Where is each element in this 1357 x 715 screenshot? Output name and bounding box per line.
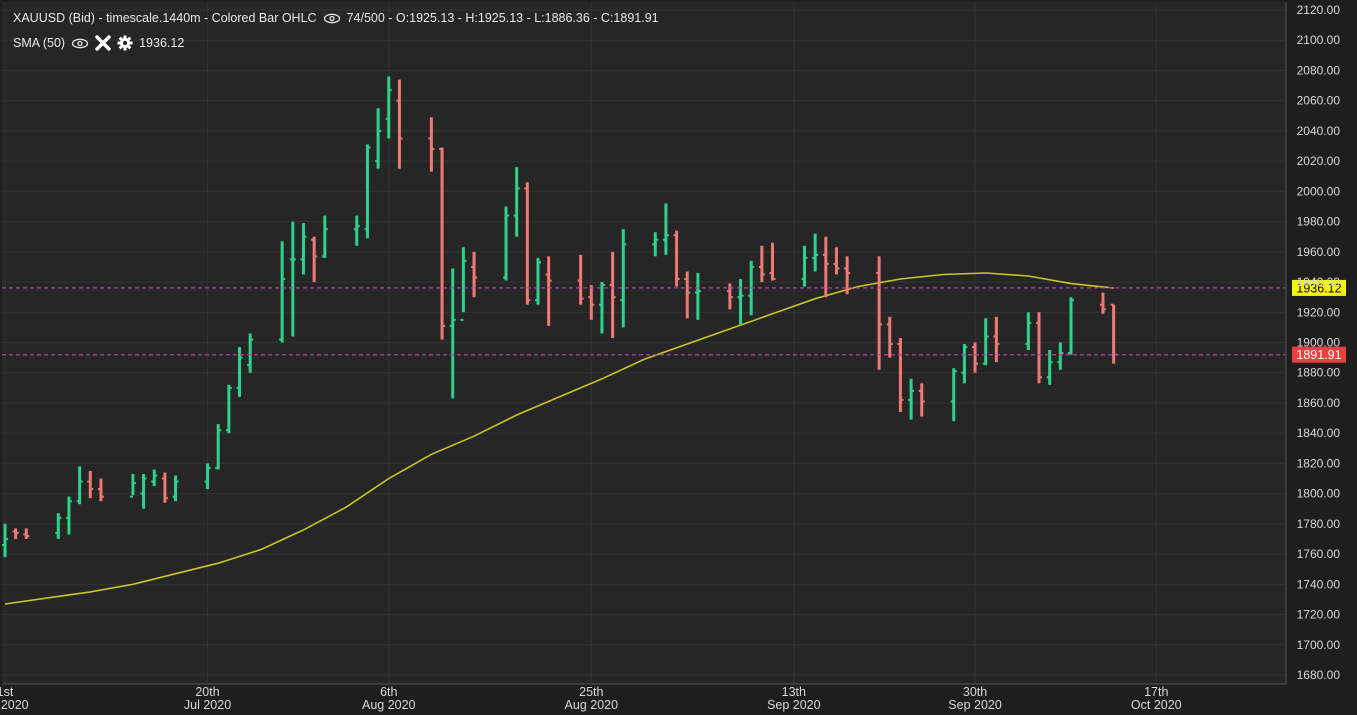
close-icon[interactable] bbox=[95, 35, 111, 51]
x-tick-label: Sep 2020 bbox=[948, 698, 1002, 712]
ohlc-chart[interactable]: 1936.12 1891.91 2120.00 2100.00 2080.00 2060… bbox=[0, 0, 1357, 715]
x-tick-label: 17th bbox=[1144, 685, 1168, 699]
y-tick-label: 1780.00 bbox=[1297, 517, 1341, 531]
x-tick-label: 1st bbox=[0, 685, 14, 699]
y-tick-label: 1860.00 bbox=[1297, 396, 1341, 410]
y-tick-label: 1840.00 bbox=[1297, 426, 1341, 440]
y-tick-label: 2040.00 bbox=[1297, 124, 1341, 138]
y-tick-label: 1980.00 bbox=[1297, 215, 1341, 229]
x-tick-label: 20th bbox=[195, 685, 219, 699]
x-tick-label: Oct 2020 bbox=[1131, 698, 1182, 712]
legend-title: XAUUSD (Bid) - timescale.1440m - Colored… bbox=[13, 11, 317, 25]
sma-value: 1936.12 bbox=[139, 36, 185, 50]
y-tick-label: 1720.00 bbox=[1297, 608, 1341, 622]
x-tick-label: Aug 2020 bbox=[362, 698, 416, 712]
y-tick-label: 1920.00 bbox=[1297, 305, 1341, 319]
y-tick-label: 2100.00 bbox=[1297, 33, 1341, 47]
x-tick-label: 13th bbox=[782, 685, 806, 699]
x-tick-label: 6th bbox=[380, 685, 397, 699]
sma-label: SMA (50) bbox=[13, 36, 66, 50]
chart-legend-sma: SMA (50) 1936.12 bbox=[13, 35, 184, 51]
y-tick-label: 1740.00 bbox=[1297, 577, 1341, 591]
x-tick-label: 25th bbox=[579, 685, 603, 699]
gear-icon[interactable] bbox=[117, 35, 133, 51]
x-tick-label: Sep 2020 bbox=[767, 698, 821, 712]
y-tick-label: 2000.00 bbox=[1297, 184, 1341, 198]
y-tick-label: 1820.00 bbox=[1297, 456, 1341, 470]
price-tag-label: 1891.91 bbox=[1296, 348, 1341, 362]
x-tick-label: Jul 2020 bbox=[184, 698, 231, 712]
y-tick-label: 1700.00 bbox=[1297, 638, 1341, 652]
y-tick-label: 1940.00 bbox=[1297, 275, 1341, 289]
x-tick-label: Jul 2020 bbox=[0, 698, 29, 712]
eye-icon[interactable] bbox=[71, 38, 89, 49]
y-tick-label: 2080.00 bbox=[1297, 63, 1341, 77]
y-tick-label: 1960.00 bbox=[1297, 245, 1341, 259]
y-tick-label: 1680.00 bbox=[1297, 668, 1341, 682]
y-tick-label: 1800.00 bbox=[1297, 487, 1341, 501]
legend-ohlc-values: 74/500 - O:1925.13 - H:1925.13 - L:1886.… bbox=[346, 11, 659, 25]
y-tick-label: 1760.00 bbox=[1297, 547, 1341, 561]
x-tick-label: Aug 2020 bbox=[565, 698, 619, 712]
y-tick-label: 2020.00 bbox=[1297, 154, 1341, 168]
y-tick-label: 1900.00 bbox=[1297, 336, 1341, 350]
chart-area[interactable]: 1936.12 1891.91 2120.00 2100.00 2080.00 2060… bbox=[0, 0, 1357, 715]
eye-icon[interactable] bbox=[323, 13, 341, 24]
chart-legend-main: XAUUSD (Bid) - timescale.1440m - Colored… bbox=[13, 11, 659, 25]
y-tick-label: 2060.00 bbox=[1297, 94, 1341, 108]
y-tick-label: 1880.00 bbox=[1297, 366, 1341, 380]
x-tick-label: 30th bbox=[963, 685, 987, 699]
y-tick-label: 2120.00 bbox=[1297, 3, 1341, 17]
